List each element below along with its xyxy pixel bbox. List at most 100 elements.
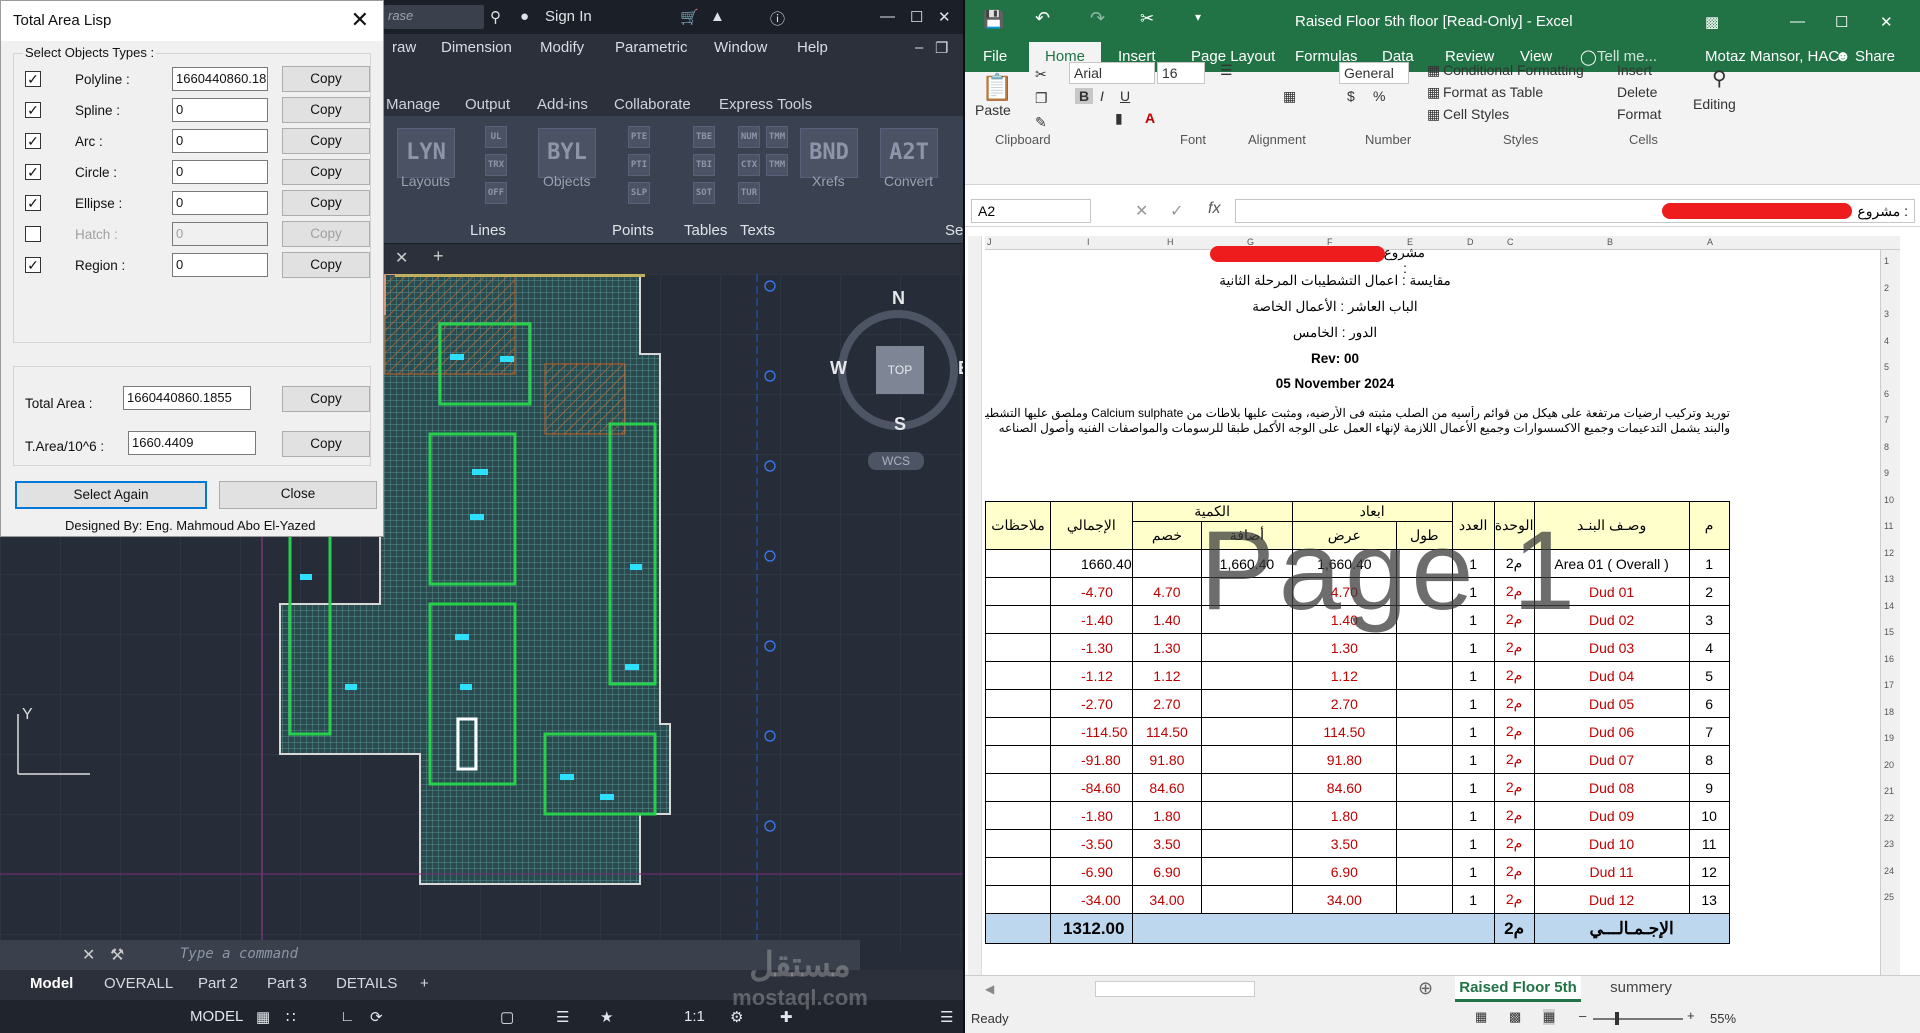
- paste-button[interactable]: Paste: [975, 102, 1011, 118]
- cell-total[interactable]: 1660.40: [1050, 549, 1133, 578]
- copy-button-4[interactable]: Copy: [282, 190, 370, 216]
- ribbon-group-se[interactable]: Se: [945, 222, 963, 239]
- name-box[interactable]: A2: [971, 199, 1091, 223]
- cell-deduct[interactable]: 2.70: [1131, 689, 1203, 718]
- file-tab-close-icon[interactable]: ✕: [395, 248, 408, 268]
- cell-desc[interactable]: Dud 02: [1533, 605, 1690, 634]
- ribbon-small-sot[interactable]: SOT: [693, 182, 715, 204]
- cmd-close-icon[interactable]: ✕: [82, 945, 95, 965]
- zoom-in-icon[interactable]: +: [1687, 1008, 1695, 1023]
- cell-unit[interactable]: م2: [1493, 717, 1535, 746]
- menu-help[interactable]: Help: [797, 39, 828, 56]
- cell-count[interactable]: 1: [1451, 549, 1495, 578]
- checkbox-5[interactable]: [25, 226, 41, 242]
- ribbon-small-tbe[interactable]: TBE: [693, 126, 715, 148]
- cell-count[interactable]: 1: [1451, 633, 1495, 662]
- editing-button[interactable]: Editing: [1693, 96, 1736, 112]
- cell-unit[interactable]: م2: [1493, 857, 1535, 886]
- cell-length[interactable]: [1396, 661, 1453, 690]
- qat-customize-icon[interactable]: ▾: [1195, 10, 1201, 24]
- cell-notes[interactable]: [985, 829, 1051, 858]
- cell-add[interactable]: [1201, 633, 1293, 662]
- cell-deduct[interactable]: 1.30: [1131, 633, 1203, 662]
- cell-length[interactable]: [1396, 577, 1453, 606]
- cell-deduct[interactable]: 4.70: [1131, 577, 1203, 606]
- cell-notes[interactable]: [985, 633, 1051, 662]
- cell-total[interactable]: -91.80: [1050, 745, 1133, 774]
- viewcube-north[interactable]: N: [892, 288, 905, 309]
- cell-total[interactable]: -1.30: [1050, 633, 1133, 662]
- tab-express-tools[interactable]: Express Tools: [719, 96, 812, 113]
- row-number[interactable]: 8: [1884, 442, 1889, 452]
- help-icon[interactable]: ⓘ: [770, 8, 785, 29]
- type-area-field-4[interactable]: 0: [172, 191, 268, 215]
- cell-notes[interactable]: [985, 745, 1051, 774]
- menu-dimension[interactable]: Dimension: [441, 39, 512, 56]
- cell-notes[interactable]: [985, 549, 1051, 578]
- row-number[interactable]: 1: [1884, 256, 1889, 266]
- cell-desc[interactable]: Dud 07: [1533, 745, 1690, 774]
- cell-no[interactable]: 10: [1688, 801, 1730, 830]
- row-number[interactable]: 4: [1884, 336, 1889, 346]
- cell-deduct[interactable]: 1.12: [1131, 661, 1203, 690]
- formula-input[interactable]: مشروع :: [1235, 199, 1915, 223]
- cell-count[interactable]: 1: [1451, 829, 1495, 858]
- customize-icon[interactable]: ☰: [940, 1008, 953, 1026]
- checkbox-4[interactable]: ✓: [25, 195, 41, 211]
- tab-manage[interactable]: Manage: [386, 96, 440, 113]
- cell-no[interactable]: 6: [1688, 689, 1730, 718]
- cell-total[interactable]: -1.12: [1050, 661, 1133, 690]
- cell-width[interactable]: 84.60: [1291, 773, 1398, 802]
- cell-unit[interactable]: م2: [1493, 661, 1535, 690]
- menu-draw[interactable]: raw: [392, 39, 416, 56]
- cell-notes[interactable]: [985, 577, 1051, 606]
- copy-total-area-button[interactable]: Copy: [282, 386, 370, 412]
- cell-deduct[interactable]: [1131, 549, 1203, 578]
- row-number[interactable]: 3: [1884, 309, 1889, 319]
- cell-length[interactable]: [1396, 605, 1453, 634]
- cancel-icon[interactable]: ✕: [1135, 201, 1148, 221]
- ribbon-small-ul[interactable]: UL: [485, 126, 507, 148]
- row-number[interactable]: 17: [1884, 680, 1894, 690]
- cell-no[interactable]: 8: [1688, 745, 1730, 774]
- cell-unit[interactable]: م2: [1493, 829, 1535, 858]
- cell-notes[interactable]: [985, 661, 1051, 690]
- copy-icon[interactable]: ❐: [1035, 90, 1048, 107]
- cell-width[interactable]: 4.70: [1291, 577, 1398, 606]
- align-icon[interactable]: ☰: [1220, 62, 1233, 79]
- column-header[interactable]: I: [1087, 237, 1090, 247]
- cell-no[interactable]: 13: [1688, 885, 1730, 914]
- cell-desc[interactable]: Dud 09: [1533, 801, 1690, 830]
- column-header[interactable]: H: [1167, 237, 1174, 247]
- row-number[interactable]: 15: [1884, 627, 1894, 637]
- function-icon[interactable]: fx: [1208, 200, 1220, 218]
- checkbox-0[interactable]: ✓: [25, 71, 41, 87]
- cell-length[interactable]: [1396, 689, 1453, 718]
- copy-tarea-button[interactable]: Copy: [282, 431, 370, 457]
- cell-count[interactable]: 1: [1451, 717, 1495, 746]
- type-area-field-6[interactable]: 0: [172, 253, 268, 277]
- underline-icon[interactable]: U: [1120, 88, 1130, 104]
- copy-button-2[interactable]: Copy: [282, 128, 370, 154]
- excel-minimize-icon[interactable]: —: [1790, 13, 1805, 30]
- cut-icon[interactable]: ✂: [1140, 9, 1154, 29]
- copy-button-3[interactable]: Copy: [282, 159, 370, 185]
- row-number[interactable]: 20: [1884, 760, 1894, 770]
- search-icon[interactable]: ⚲: [490, 8, 501, 26]
- user-name[interactable]: Motaz Mansor, HAC: [1705, 48, 1839, 65]
- polar-icon[interactable]: ⟳: [370, 1008, 383, 1026]
- ribbon-small-tmm2[interactable]: TMM: [766, 154, 788, 176]
- ribbon-xrefs-button[interactable]: BND: [800, 128, 858, 178]
- excel-maximize-icon[interactable]: ☐: [1835, 13, 1848, 31]
- format-as-table-button[interactable]: Format as Table: [1443, 84, 1543, 100]
- layout-tab-part2[interactable]: Part 2: [198, 975, 238, 992]
- cell-notes[interactable]: [985, 857, 1051, 886]
- type-area-field-5[interactable]: 0: [172, 222, 268, 246]
- zoom-out-icon[interactable]: –: [1579, 1008, 1586, 1023]
- type-area-field-3[interactable]: 0: [172, 160, 268, 184]
- cell-add[interactable]: [1201, 801, 1293, 830]
- cell-count[interactable]: 1: [1451, 773, 1495, 802]
- cell-width[interactable]: 114.50: [1291, 717, 1398, 746]
- column-header[interactable]: D: [1467, 237, 1474, 247]
- cell-width[interactable]: 1.80: [1291, 801, 1398, 830]
